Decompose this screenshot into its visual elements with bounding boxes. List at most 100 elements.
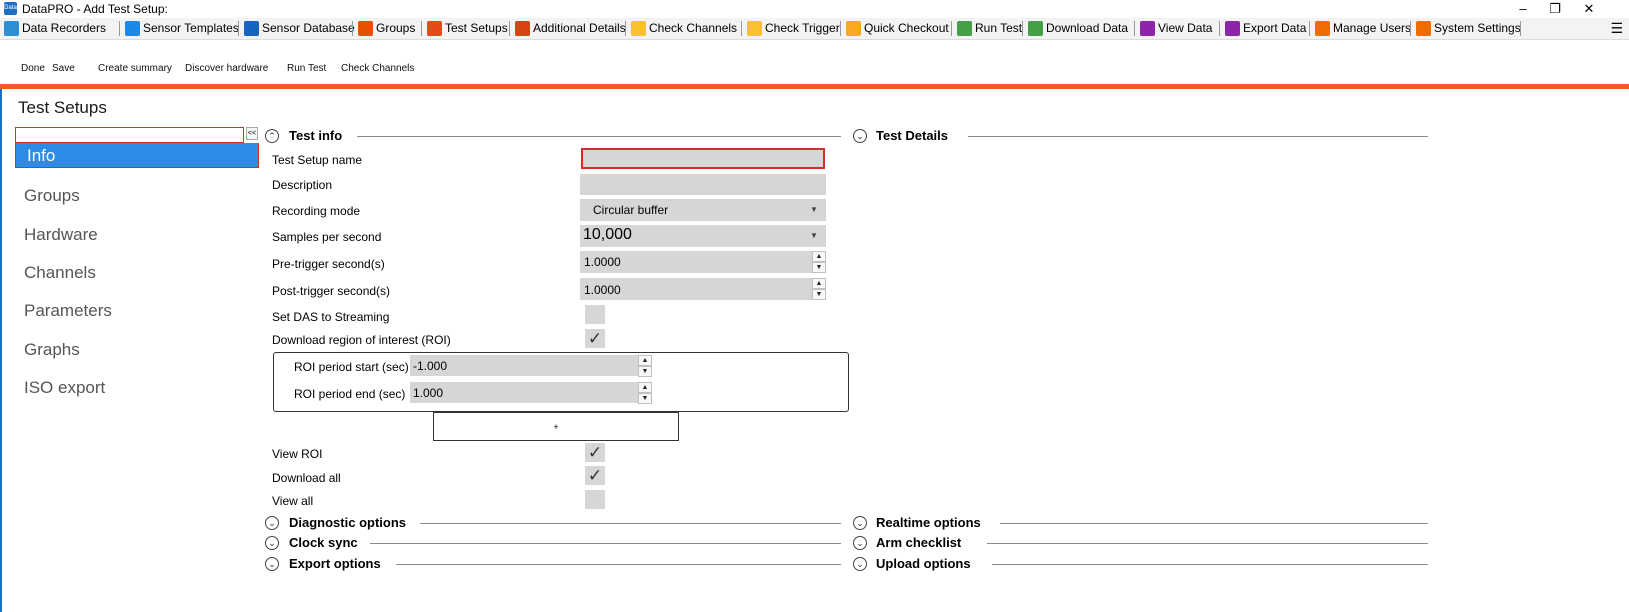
chevron-down-icon[interactable]: ⌄ [853,516,867,530]
groups-icon [358,21,373,36]
done-button[interactable]: Done [21,63,45,74]
tab-data-recorders[interactable]: Data Recorders [1,19,106,38]
run-test-icon [957,21,972,36]
roi-start-up-icon[interactable]: ▲ [638,355,652,366]
chevron-down-icon[interactable]: ⌄ [265,557,279,571]
recording-mode-dropdown[interactable]: Circular buffer ▼ [580,199,826,221]
post-trigger-input[interactable]: 1.0000 [580,278,812,300]
sidebar-item-iso-export[interactable]: ISO export [24,378,105,398]
section-realtime-options[interactable]: Realtime options [876,515,981,530]
chevron-down-icon[interactable]: ⌄ [853,536,867,550]
sensor-templates-icon [125,21,140,36]
roi-start-input[interactable]: -1.000 [410,355,638,376]
recording-mode-value: Circular buffer [593,203,669,217]
sidebar-item-hardware[interactable]: Hardware [24,225,98,245]
app-icon: Data PRO [4,2,17,24]
discover-hardware-button[interactable]: Discover hardware [185,63,268,74]
roi-end-up-icon[interactable]: ▲ [638,382,652,393]
view-data-icon [1140,21,1155,36]
main-toolbar: Data Recorders Sensor Templates Sensor D… [0,18,1629,40]
checkmark-icon: ✓ [587,329,603,348]
download-all-checkbox[interactable]: ✓ [585,466,605,485]
sidebar-search-input[interactable] [15,127,244,143]
set-das-streaming-label: Set DAS to Streaming [272,310,390,324]
sidebar-item-groups[interactable]: Groups [24,186,80,206]
roi-start-down-icon[interactable]: ▼ [638,366,652,377]
chevron-down-icon[interactable]: ⌄ [853,557,867,571]
tab-system-settings[interactable]: System Settings [1413,19,1521,38]
tab-run-test[interactable]: Run Test [954,19,1022,38]
tab-view-data[interactable]: View Data [1137,19,1212,38]
sidebar-item-channels[interactable]: Channels [24,263,96,283]
tab-check-channels[interactable]: Check Channels [628,19,737,38]
test-setups-icon [427,21,442,36]
collapse-sidebar-button[interactable]: << [246,127,258,140]
sidebar-item-graphs[interactable]: Graphs [24,340,80,360]
section-test-details[interactable]: Test Details [876,128,948,143]
roi-end-down-icon[interactable]: ▼ [638,393,652,404]
description-label: Description [272,178,333,192]
section-clock-sync[interactable]: Clock sync [289,535,358,550]
minimize-button[interactable]: – [1508,0,1538,18]
restore-button[interactable]: ❐ [1540,0,1570,18]
run-test-button[interactable]: Run Test [287,63,326,74]
roi-end-label: ROI period end (sec) [294,387,406,401]
check-trigger-icon [747,21,762,36]
dropdown-arrow-icon: ▼ [810,231,818,240]
pre-trigger-up-icon[interactable]: ▲ [812,251,826,262]
pre-trigger-input[interactable]: 1.0000 [580,251,812,273]
tab-additional-details[interactable]: Additional Details [512,19,626,38]
roi-end-input[interactable]: 1.000 [410,382,638,403]
section-arm-checklist[interactable]: Arm checklist [876,535,961,550]
view-roi-label: View ROI [272,447,323,461]
post-trigger-label: Post-trigger second(s) [272,284,391,298]
pre-trigger-down-icon[interactable]: ▼ [812,262,826,273]
roi-start-label: ROI period start (sec) [294,360,409,374]
post-trigger-up-icon[interactable]: ▲ [812,278,826,289]
samples-per-second-dropdown[interactable]: 10,000 ▼ [580,225,826,247]
menu-icon[interactable]: ☰ [1610,20,1623,36]
check-channels-icon [631,21,646,36]
sidebar-item-parameters[interactable]: Parameters [24,301,112,321]
download-all-label: Download all [272,471,341,485]
create-summary-button[interactable]: Create summary [98,63,172,74]
sidebar-item-info[interactable]: Info [27,146,55,166]
tab-test-setups[interactable]: Test Setups [424,19,508,38]
post-trigger-down-icon[interactable]: ▼ [812,289,826,300]
tab-check-trigger[interactable]: Check Trigger [744,19,840,38]
view-roi-checkbox[interactable]: ✓ [585,443,605,462]
download-roi-checkbox[interactable]: ✓ [585,329,605,348]
tab-download-data[interactable]: Download Data [1025,19,1128,38]
chevron-up-icon[interactable]: ⌃ [265,129,279,143]
view-all-checkbox[interactable] [585,490,605,509]
tab-groups[interactable]: Groups [355,19,415,38]
checkmark-icon: ✓ [587,466,603,485]
download-roi-label: Download region of interest (ROI) [272,333,451,347]
data-recorders-icon [4,21,19,36]
export-data-icon [1225,21,1240,36]
samples-per-second-value: 10,000 [583,226,632,243]
tab-manage-users[interactable]: Manage Users [1312,19,1411,38]
chevron-down-icon[interactable]: ⌄ [265,516,279,530]
window-title: DataPRO - Add Test Setup: [22,2,168,16]
section-test-info[interactable]: Test info [289,128,342,143]
section-upload-options[interactable]: Upload options [876,556,971,571]
save-button[interactable]: Save [52,63,75,74]
test-setup-name-label: Test Setup name [272,153,363,167]
tab-export-data[interactable]: Export Data [1222,19,1306,38]
check-channels-button[interactable]: Check Channels [341,63,414,74]
close-button[interactable]: ✕ [1574,0,1604,18]
tab-quick-checkout[interactable]: Quick Checkout [843,19,949,38]
dropdown-arrow-icon: ▼ [810,205,818,214]
section-diagnostic-options[interactable]: Diagnostic options [289,515,406,530]
tab-sensor-database[interactable]: Sensor Database [241,19,355,38]
system-settings-icon [1416,21,1431,36]
set-das-streaming-checkbox[interactable] [585,305,605,324]
description-input[interactable] [580,174,826,195]
chevron-down-icon[interactable]: ⌄ [265,536,279,550]
tab-sensor-templates[interactable]: Sensor Templates [122,19,239,38]
chevron-down-icon[interactable]: ⌄ [853,129,867,143]
section-export-options[interactable]: Export options [289,556,381,571]
add-roi-button[interactable]: + [433,412,679,441]
test-setup-name-input[interactable] [581,148,825,169]
